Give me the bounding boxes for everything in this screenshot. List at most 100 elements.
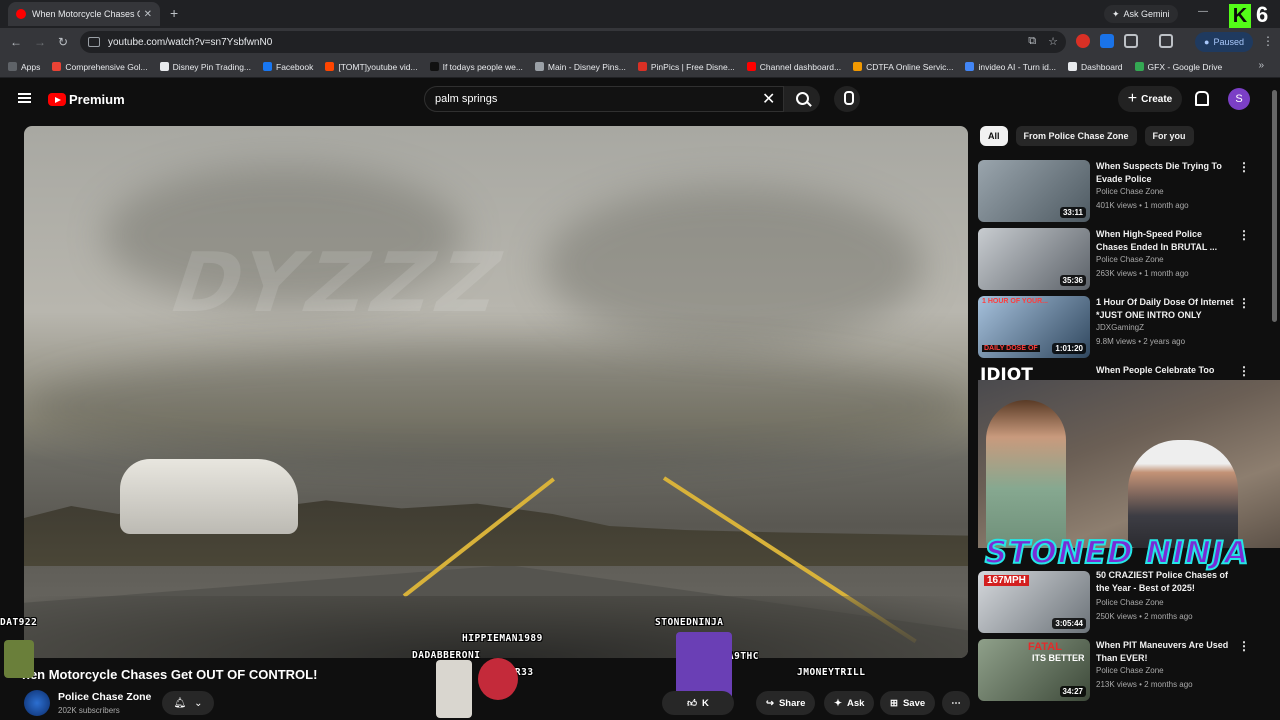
bookmark-favicon-icon (52, 62, 62, 71)
extension-blue-icon[interactable] (1100, 34, 1114, 48)
forward-icon[interactable]: → (34, 35, 46, 49)
bookmark-item[interactable]: CDTFA Online Servic... (853, 62, 953, 72)
more-vert-icon[interactable]: ⋮ (1238, 639, 1250, 653)
duration-badge: 3:05:44 (1052, 618, 1086, 629)
create-button[interactable]: + Create (1118, 86, 1182, 112)
profile-paused-button[interactable]: ● Paused (1195, 32, 1253, 52)
recommendation-channel[interactable]: Police Chase Zone (1096, 598, 1164, 607)
recommendation-item[interactable]: 167MPH 3:05:44 50 CRAZIEST Police Chases… (978, 569, 1268, 635)
video-thumbnail[interactable]: FATAL ITS BETTER 34:27 (978, 639, 1090, 701)
extensions-puzzle-icon[interactable] (1124, 34, 1138, 48)
minimize-icon[interactable]: — (1198, 6, 1208, 17)
gemini-sparkle-icon: ✦ (1112, 8, 1120, 19)
video-thumbnail[interactable]: 33:11 (978, 160, 1090, 222)
bookmark-item[interactable]: If todays people we... (429, 62, 523, 72)
bookmark-item[interactable]: invideo AI - Turn id... (965, 62, 1056, 72)
bookmark-item[interactable]: [TOMT]youtube vid... (325, 62, 418, 72)
youtube-premium-logo[interactable]: Premium (48, 92, 125, 107)
recommendation-item[interactable]: FATAL ITS BETTER 34:27 When PIT Maneuver… (978, 639, 1268, 703)
recommendation-title[interactable]: When PIT Maneuvers Are Used Than EVER! (1096, 639, 1236, 665)
chevron-down-icon: ⌄ (194, 697, 203, 709)
recommendation-title[interactable]: 1 Hour Of Daily Dose Of Internet *JUST O… (1096, 296, 1236, 322)
ask-gemini-button[interactable]: ✦ Ask Gemini (1104, 5, 1178, 23)
like-count: K (702, 697, 709, 709)
scrollbar[interactable] (1272, 90, 1277, 322)
save-label: Save (902, 697, 926, 709)
install-app-icon[interactable]: ⧉ (1028, 35, 1036, 48)
bookmark-item[interactable]: PinPics | Free Disne... (637, 62, 735, 72)
search-button[interactable] (784, 86, 820, 112)
thumbs-up-icon: 👍︎ (687, 698, 698, 709)
bookmark-item[interactable]: Comprehensive Gol... (52, 61, 148, 72)
video-watermark: DYZZZ (158, 236, 520, 331)
overlay-tag: DAT922 (0, 617, 38, 628)
more-vert-icon[interactable]: ⋮ (1238, 160, 1250, 174)
address-bar[interactable]: youtube.com/watch?v=sn7YsbfwnN0 (80, 31, 1066, 53)
video-thumbnail[interactable]: 167MPH 3:05:44 (978, 571, 1090, 633)
site-info-icon[interactable] (88, 37, 100, 47)
menu-icon[interactable] (18, 93, 31, 103)
recommendation-title[interactable]: When People Celebrate Too (1096, 364, 1236, 377)
bookmark-star-icon[interactable]: ☆ (1048, 35, 1058, 48)
bookmark-label: Comprehensive Gol... (65, 61, 148, 72)
recommendation-title[interactable]: When Suspects Die Trying To Evade Police (1096, 160, 1236, 186)
ask-button[interactable]: ✦ Ask (824, 691, 875, 715)
chip-for-you[interactable]: For you (1144, 126, 1194, 146)
video-player[interactable]: DYZZZ (24, 126, 968, 658)
reload-icon[interactable]: ↻ (58, 35, 68, 49)
voice-search-icon[interactable] (834, 86, 860, 112)
recommendation-title[interactable]: When High-Speed Police Chases Ended In B… (1096, 228, 1236, 254)
more-vert-icon[interactable]: ⋮ (1238, 228, 1250, 242)
channel-avatar[interactable] (24, 690, 50, 716)
close-tab-icon[interactable]: ✕ (144, 9, 152, 20)
browser-tab[interactable]: When Motorcycle Chases Get O ✕ (8, 2, 160, 26)
more-actions-button[interactable]: ⋯ (942, 691, 970, 715)
thumb-text: DAILY DOSE OF (982, 345, 1040, 352)
bookmark-item[interactable]: Main - Disney Pins... (534, 62, 626, 72)
like-button[interactable]: 👍︎ K (662, 691, 734, 715)
chrome-menu-icon[interactable]: ⋮ (1262, 34, 1274, 48)
bookmark-item[interactable]: Facebook (263, 62, 313, 72)
kick-overlay-digit: 6 (1256, 2, 1269, 27)
extension-red-icon[interactable] (1076, 34, 1090, 48)
new-tab-icon[interactable]: + (170, 5, 178, 21)
account-avatar[interactable]: S (1228, 88, 1250, 110)
bookmark-favicon-icon (534, 62, 544, 71)
bookmark-item[interactable]: Disney Pin Trading... (159, 62, 251, 72)
recommendation-channel[interactable]: Police Chase Zone (1096, 666, 1164, 675)
clear-search-icon[interactable]: ✕ (762, 89, 775, 109)
video-thumbnail[interactable]: 35:36 (978, 228, 1090, 290)
bell-icon: 🔔︎ (173, 697, 187, 709)
subscribed-bell-button[interactable]: 🔔︎ ⌄ (162, 691, 214, 715)
youtube-favicon-icon (16, 9, 26, 19)
bookmark-item[interactable]: Dashboard (1067, 62, 1123, 72)
chip-from-channel[interactable]: From Police Chase Zone (1015, 126, 1137, 146)
overlay-tag: JMONEYTRILL (797, 667, 866, 678)
more-bookmarks-icon[interactable]: » (1258, 60, 1264, 71)
side-panel-icon[interactable] (1159, 34, 1173, 48)
bookmark-item[interactable]: Channel dashboard... (746, 62, 841, 72)
search-value: palm springs (435, 93, 498, 105)
video-thumbnail[interactable]: 1 HOUR OF YOUR... DAILY DOSE OF 1:01:20 (978, 296, 1090, 358)
recommendation-title[interactable]: 50 CRAZIEST Police Chases of the Year - … (1096, 569, 1236, 595)
recommendation-channel[interactable]: JDXGamingZ (1096, 323, 1144, 332)
more-vert-icon[interactable]: ⋮ (1238, 296, 1250, 310)
bookmark-item[interactable]: GFX - Google Drive (1134, 62, 1222, 72)
omnibox-actions: ⧉ ☆ (1028, 35, 1058, 48)
chip-all[interactable]: All (980, 126, 1008, 146)
recommendation-item[interactable]: 33:11 When Suspects Die Trying To Evade … (978, 160, 1268, 224)
search-input[interactable]: palm springs (424, 86, 784, 112)
notifications-bell-icon[interactable] (1193, 91, 1209, 106)
channel-name[interactable]: Police Chase Zone (58, 691, 151, 703)
bookmark-label: Apps (21, 61, 41, 72)
save-button[interactable]: ⊞ Save (880, 691, 936, 715)
recommendation-channel[interactable]: Police Chase Zone (1096, 255, 1164, 264)
share-button[interactable]: ↪ Share (756, 691, 816, 715)
recommendation-channel[interactable]: Police Chase Zone (1096, 187, 1164, 196)
recommendation-item[interactable]: 35:36 When High-Speed Police Chases Ende… (978, 228, 1268, 292)
recommendation-item[interactable]: 1 HOUR OF YOUR... DAILY DOSE OF 1:01:20 … (978, 296, 1268, 360)
more-vert-icon[interactable]: ⋮ (1238, 364, 1250, 378)
bookmark-item[interactable]: Apps (8, 62, 40, 72)
back-icon[interactable]: ← (10, 35, 22, 49)
bookmark-favicon-icon (746, 62, 756, 71)
